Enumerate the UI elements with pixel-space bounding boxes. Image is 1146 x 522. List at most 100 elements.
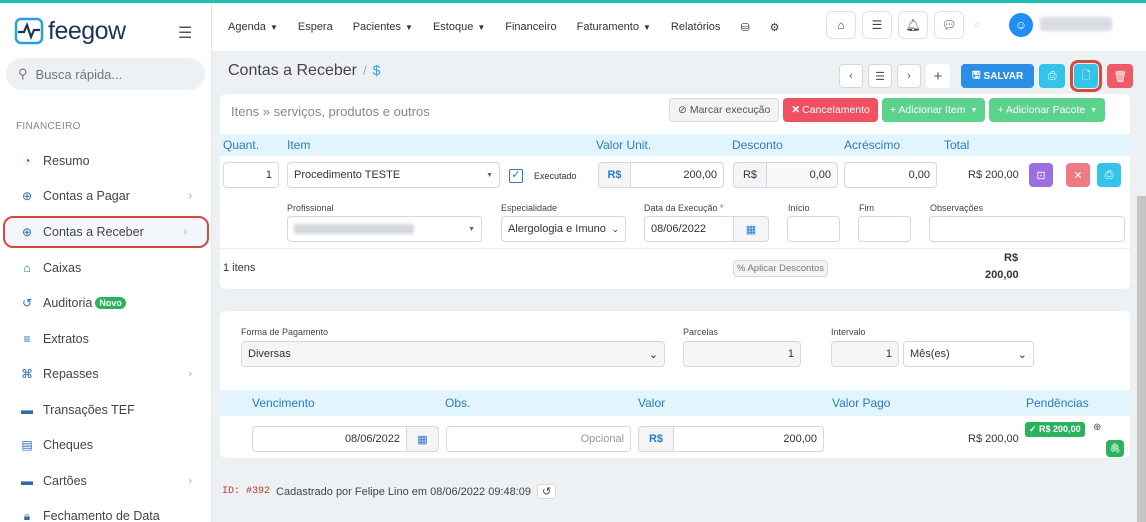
search-icon: ⚲: [18, 66, 28, 81]
nav-espera[interactable]: Espera: [298, 21, 333, 34]
nav-financeiro[interactable]: Financeiro: [505, 21, 556, 34]
quantity-input[interactable]: 1: [223, 162, 279, 188]
due-date-calendar-button[interactable]: ▦: [406, 426, 439, 452]
value-input[interactable]: 200,00: [673, 426, 824, 452]
sidebar-item-repasses[interactable]: ⌘ Repasses ›: [0, 357, 212, 393]
cancel-button[interactable]: ✕ Cancelamento: [783, 98, 878, 122]
sidebar-item-transacoes-tef[interactable]: ▬ Transações TEF: [0, 392, 212, 428]
caret-down-icon: ▼: [970, 106, 978, 114]
interval-unit-select[interactable]: Mês(es) ⌄: [903, 341, 1034, 367]
arrow-up-circle-icon: ⊕: [21, 189, 33, 204]
sidebar-item-caixas[interactable]: ⌂ Caixas: [0, 250, 212, 286]
new-badge: Novo: [95, 297, 126, 310]
nav-pacientes[interactable]: Pacientes ▼: [353, 21, 413, 34]
sidebar-item-extratos[interactable]: ≡ Extratos: [0, 321, 212, 357]
mark-execution-button[interactable]: ⊘ Marcar execução: [669, 98, 780, 122]
sidebar: feegow ☰ ⚲ FINANCEIRO ◔ Resumo ⊕ Contas …: [0, 3, 212, 522]
record-footer: ID: #392 Cadastrado por Felipe Lino em 0…: [222, 484, 557, 499]
nav-estoque[interactable]: Estoque ▼: [433, 21, 485, 34]
installments-input[interactable]: 1: [683, 341, 801, 367]
caret-down-icon: ▼: [269, 22, 278, 32]
execution-date-input[interactable]: 08/06/2022: [644, 216, 734, 242]
notes-label: Observações: [930, 203, 984, 213]
sidebar-item-cheques[interactable]: ▤ Cheques: [0, 428, 212, 464]
end-input[interactable]: [858, 216, 911, 242]
chevron-right-icon: ›: [188, 368, 192, 381]
execution-date-label: Data da Execução *: [644, 203, 724, 213]
sidebar-item-cartoes[interactable]: ▬ Cartões ›: [0, 463, 212, 499]
chat-icon: 💬︎: [941, 18, 957, 32]
attach-button[interactable]: 🖇︎: [1106, 440, 1124, 457]
notes-input[interactable]: [929, 216, 1125, 242]
due-date-input[interactable]: 08/06/2022: [252, 426, 407, 452]
search-input[interactable]: [35, 66, 186, 82]
pie-icon: ◔: [23, 153, 31, 168]
delete-button[interactable]: 🗑︎: [1107, 64, 1134, 88]
nav-faturamento[interactable]: Faturamento ▼: [577, 21, 651, 34]
history-button[interactable]: ↺: [537, 484, 557, 499]
quick-search[interactable]: ⚲: [6, 58, 205, 90]
interval-label: Intervalo: [831, 327, 866, 337]
notifications-button[interactable]: 🔔︎: [898, 11, 928, 39]
col-increase: Acréscimo: [844, 138, 901, 152]
nav-relatorios[interactable]: Relatórios: [671, 21, 721, 34]
database-icon[interactable]: ⛁: [740, 21, 749, 34]
chevron-right-icon: ›: [907, 70, 911, 82]
sidebar-item-resumo[interactable]: ◔ Resumo: [0, 143, 212, 179]
add-item-button[interactable]: + Adicionar Item ▼: [881, 98, 986, 122]
nav-agenda[interactable]: Agenda ▼: [228, 21, 278, 34]
next-button[interactable]: ›: [897, 64, 921, 88]
tasks-button[interactable]: ☰: [862, 11, 892, 39]
item-select[interactable]: Procedimento TESTE ▼: [287, 162, 500, 188]
document-button[interactable]: 🗋︎: [1074, 64, 1099, 88]
bell-icon: 🔔︎: [905, 18, 921, 32]
unit-value-input[interactable]: 200,00: [630, 162, 724, 188]
specialty-select[interactable]: Alergologia e Imuno ⌄: [501, 216, 626, 242]
list-button[interactable]: ☰: [868, 64, 892, 88]
increase-input[interactable]: 0,00: [844, 162, 937, 188]
zoom-icon[interactable]: ⊕: [1093, 422, 1101, 433]
calendar-button[interactable]: ▦: [733, 216, 769, 242]
scrollbar[interactable]: [1137, 196, 1146, 522]
col-pending: Pendências: [1026, 396, 1089, 410]
gear-icon[interactable]: ⚙: [770, 21, 780, 34]
document-icon: 🗋︎: [1081, 69, 1091, 82]
sidebar-item-contas-a-pagar[interactable]: ⊕ Contas a Pagar ›: [0, 179, 212, 215]
logo[interactable]: feegow: [14, 15, 126, 47]
start-input[interactable]: [787, 216, 840, 242]
x-icon: ✕: [1073, 169, 1083, 182]
executed-checkbox[interactable]: ✓: [509, 169, 523, 183]
heartbeat-logo-icon: [14, 17, 44, 45]
obs-input[interactable]: Opcional: [446, 426, 631, 452]
chevron-right-icon: ›: [188, 474, 192, 487]
payment-method-select[interactable]: Diversas ⌄: [241, 341, 665, 367]
user-name-blurred[interactable]: [1040, 17, 1112, 31]
printer-icon: ⎙: [1047, 69, 1057, 82]
print-button[interactable]: ⎙: [1039, 64, 1066, 88]
interval-input[interactable]: 1: [831, 341, 899, 367]
save-button[interactable]: 🖫︎ SALVAR: [961, 64, 1035, 88]
previous-button[interactable]: ‹: [839, 64, 863, 88]
apply-discounts-button[interactable]: % Aplicar Descontos: [733, 260, 829, 277]
row-package-button[interactable]: ⊡: [1029, 163, 1053, 187]
new-button[interactable]: +: [926, 64, 950, 88]
status-dot-icon: ○: [974, 19, 981, 31]
sidebar-item-fechamento-de-data[interactable]: 🔒︎ Fechamento de Data: [0, 499, 212, 522]
inbox-button[interactable]: ⌂: [826, 11, 856, 39]
chat-button[interactable]: 💬︎: [934, 11, 964, 39]
pending-paid-badge[interactable]: ✓ R$ 200,00: [1025, 422, 1085, 437]
header-actions: ‹ ☰ › + 🖫︎ SALVAR ⎙ 🗋︎ 🗑︎: [839, 60, 1134, 92]
sidebar-item-auditoria[interactable]: ↺ Auditoria Novo: [0, 286, 212, 322]
row-print-button[interactable]: ⎙: [1097, 163, 1121, 187]
sidebar-item-contas-a-receber[interactable]: ⊕ Contas a Receber ›: [3, 216, 209, 248]
calendar-icon: ▦: [745, 223, 757, 236]
avatar[interactable]: ☺: [1009, 13, 1033, 37]
discount-input[interactable]: 0,00: [766, 162, 838, 188]
arrow-down-circle-icon: ⊕: [21, 225, 33, 239]
add-package-button[interactable]: + Adicionar Pacote ▼: [989, 98, 1106, 122]
row-remove-button[interactable]: ✕: [1066, 163, 1090, 187]
items-card: Itens » serviços, produtos e outros ⊘ Mar…: [220, 94, 1130, 289]
list-icon: ≡: [23, 331, 31, 346]
professional-select[interactable]: ▼: [287, 216, 482, 242]
menu-toggle-icon[interactable]: ☰: [178, 23, 192, 43]
